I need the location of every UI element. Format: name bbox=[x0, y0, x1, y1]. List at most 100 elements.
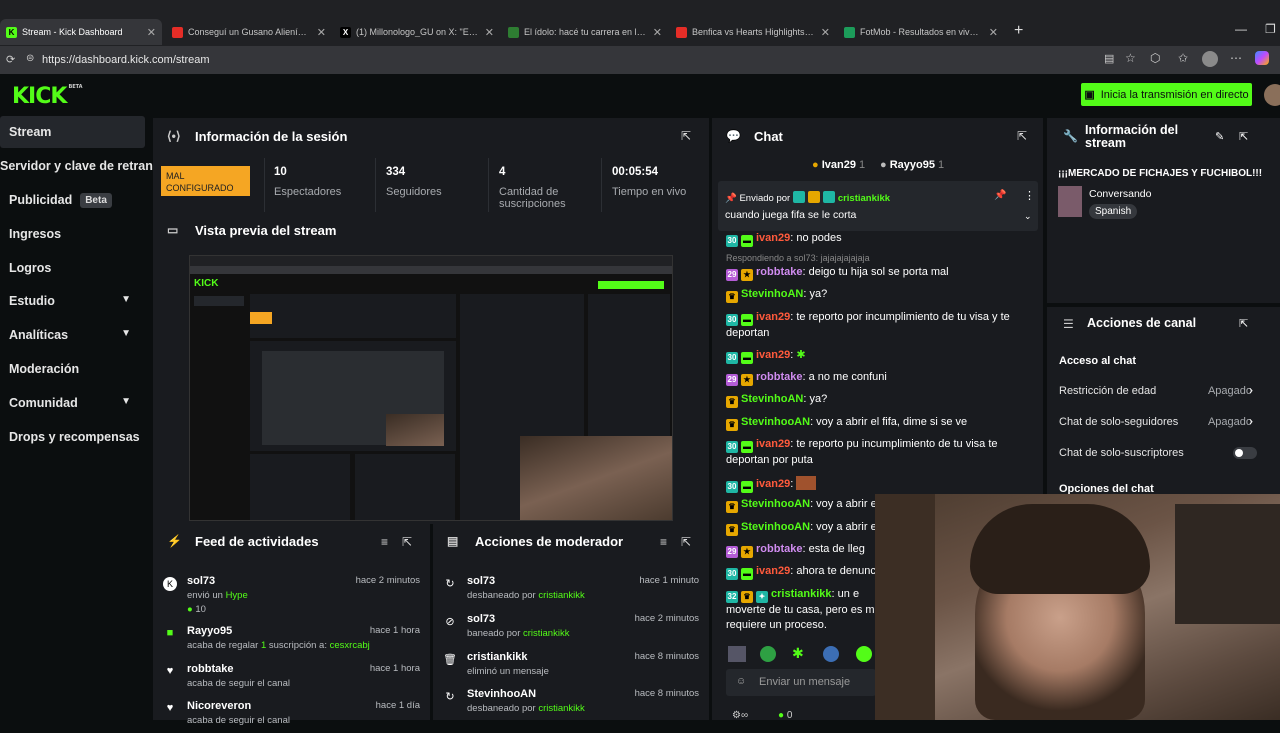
sidebar-item-analytics[interactable]: Analíticas ▼ bbox=[0, 319, 145, 351]
stat-viewers: 10 Espectadores bbox=[274, 166, 342, 198]
tab-title: Stream - Kick Dashboard bbox=[22, 27, 123, 37]
subscribers-only-label: Chat de solo-suscriptores bbox=[1059, 447, 1184, 459]
feed-user[interactable]: sol73 bbox=[187, 575, 215, 587]
menu-dots-icon[interactable]: ⋯ bbox=[1230, 51, 1242, 65]
emoji-icon[interactable]: ☺ bbox=[736, 676, 746, 687]
tab-close-icon[interactable]: ✕ bbox=[989, 26, 998, 39]
tab-kick-dashboard[interactable]: K Stream - Kick Dashboard ✕ bbox=[0, 19, 162, 45]
sidebar-item-ads[interactable]: Publicidad Beta bbox=[0, 184, 145, 216]
emote-icon[interactable] bbox=[856, 646, 872, 662]
subscribers-only-toggle[interactable] bbox=[1233, 447, 1257, 459]
sidebar-item-community[interactable]: Comunidad ▼ bbox=[0, 387, 145, 419]
tab-youtube-2[interactable]: Benfica vs Hearts Highlights 6-1 | ✕ bbox=[670, 19, 836, 45]
user-avatar[interactable] bbox=[1264, 84, 1280, 106]
popout-icon[interactable]: ⇱ bbox=[402, 535, 412, 549]
feed-user[interactable]: robbtake bbox=[187, 663, 233, 675]
mod-user[interactable]: StevinhooAN bbox=[467, 688, 536, 700]
sidebar-item-income[interactable]: Ingresos bbox=[0, 218, 145, 250]
tab-x[interactable]: X (1) Millonologo_GU on X: "El amo ✕ bbox=[334, 19, 500, 45]
mod-header: ▤ Acciones de moderador bbox=[433, 524, 709, 558]
stream-preview-video[interactable]: KICK bbox=[189, 255, 673, 521]
extensions-icon[interactable]: ⬡ bbox=[1150, 51, 1160, 65]
age-restriction-value[interactable]: Apagado bbox=[1208, 385, 1252, 397]
top-gifter-1[interactable]: ● Ivan29 1 bbox=[812, 159, 865, 171]
chevron-down-icon[interactable]: ⌄ bbox=[1024, 211, 1032, 222]
go-live-button[interactable]: ▣ Inicia la transmisión en directo bbox=[1081, 83, 1252, 106]
tab-close-icon[interactable]: ✕ bbox=[653, 26, 662, 39]
tab-close-icon[interactable]: ✕ bbox=[821, 26, 830, 39]
mod-user[interactable]: cristiankikk bbox=[467, 651, 528, 663]
tab-close-icon[interactable]: ✕ bbox=[147, 26, 156, 39]
feed-user[interactable]: Rayyo95 bbox=[187, 625, 232, 637]
chevron-right-icon[interactable]: › bbox=[1249, 383, 1253, 397]
sidebar-item-moderation[interactable]: Moderación bbox=[0, 353, 145, 385]
emote-icon[interactable] bbox=[728, 646, 746, 662]
more-icon[interactable]: ⋮ bbox=[1024, 189, 1035, 202]
tab-title: FotMob - Resultados en vivo de fú bbox=[860, 27, 983, 37]
hype-count: ● 10 bbox=[187, 604, 206, 615]
sidebar-item-stream[interactable]: Stream bbox=[0, 116, 145, 148]
new-tab-button[interactable]: + bbox=[1014, 22, 1023, 40]
chat-message: ♛ StevinhoAN: ya? bbox=[726, 393, 827, 408]
chat-input[interactable]: ☺ Enviar un mensaje bbox=[726, 669, 876, 696]
pinned-message[interactable]: 📌 Enviado por cristiankikk cuando juega … bbox=[718, 181, 1038, 231]
mod-user[interactable]: sol73 bbox=[467, 575, 495, 587]
sidebar-item-studio[interactable]: Estudio ▼ bbox=[0, 285, 145, 317]
stream-category[interactable]: Conversando bbox=[1089, 188, 1151, 200]
emote-icon[interactable] bbox=[760, 646, 776, 662]
undo-icon: ↻ bbox=[445, 691, 455, 703]
popout-icon[interactable]: ⇱ bbox=[1239, 130, 1248, 143]
settings-icon[interactable]: ⚙∞ bbox=[732, 710, 748, 721]
tab-youtube-1[interactable]: Conseguí un Gusano Alienígena de ✕ bbox=[166, 19, 332, 45]
copilot-icon[interactable] bbox=[1255, 51, 1269, 65]
tab-fotmob[interactable]: FotMob - Resultados en vivo de fú ✕ bbox=[838, 19, 1004, 45]
stream-info-title: Información del stream bbox=[1085, 123, 1179, 150]
kick-logo[interactable]: KICK BETA bbox=[12, 84, 83, 109]
site-info-icon[interactable]: ⊜ bbox=[26, 53, 34, 64]
profile-avatar[interactable] bbox=[1202, 51, 1218, 67]
url-input[interactable]: https://dashboard.kick.com/stream bbox=[42, 54, 210, 66]
bolt-icon: ⚡ bbox=[167, 534, 182, 548]
sidebar-item-drops[interactable]: Drops y recompensas bbox=[0, 421, 145, 453]
chevron-right-icon[interactable]: › bbox=[1249, 414, 1253, 428]
tab-el-idolo[interactable]: El ídolo: hacé tu carrera en la Liga ✕ bbox=[502, 19, 668, 45]
filter-icon[interactable]: ≡ bbox=[660, 535, 667, 549]
tab-title: Benfica vs Hearts Highlights 6-1 | bbox=[692, 27, 815, 37]
list-item: ♥ robbtake hace 1 hora acaba de seguir e… bbox=[153, 656, 430, 696]
sidebar-item-server-key[interactable]: Servidor y clave de retransm bbox=[0, 150, 171, 182]
feed-time: hace 1 hora bbox=[369, 663, 420, 674]
popout-icon[interactable]: ⇱ bbox=[1017, 129, 1027, 143]
filter-icon[interactable]: ≡ bbox=[381, 535, 388, 549]
emote-icon[interactable]: ✱ bbox=[792, 645, 804, 662]
bookmark-star-icon[interactable]: ☆ bbox=[1125, 51, 1136, 65]
popout-icon[interactable]: ⇱ bbox=[681, 129, 691, 143]
reload-icon[interactable]: ⟳ bbox=[6, 53, 15, 66]
badge-icon bbox=[822, 191, 835, 203]
restore-icon[interactable]: ❐ bbox=[1265, 22, 1276, 36]
popout-icon[interactable]: ⇱ bbox=[1239, 317, 1248, 330]
top-gifter-2[interactable]: ● Rayyo95 1 bbox=[880, 159, 944, 171]
undo-icon: ↻ bbox=[445, 578, 455, 590]
pin-icon[interactable]: 📌 bbox=[994, 190, 1006, 201]
list-item: ♥ Nicoreveron hace 1 día acaba de seguir… bbox=[153, 693, 430, 733]
hype-badge-icon: ● bbox=[187, 604, 193, 615]
mod-user[interactable]: sol73 bbox=[467, 613, 495, 625]
minimize-icon[interactable]: — bbox=[1235, 22, 1247, 36]
popout-icon[interactable]: ⇱ bbox=[681, 535, 691, 549]
tab-close-icon[interactable]: ✕ bbox=[317, 26, 326, 39]
wrench-icon: 🔧 bbox=[1063, 129, 1078, 143]
followers-only-value[interactable]: Apagado bbox=[1208, 416, 1252, 428]
preview-mod bbox=[355, 454, 455, 520]
favorites-icon[interactable]: ✩ bbox=[1178, 51, 1188, 65]
edit-icon[interactable]: ✎ bbox=[1215, 130, 1224, 143]
feed-user[interactable]: Nicoreveron bbox=[187, 700, 251, 712]
emote-icon[interactable] bbox=[823, 646, 839, 662]
feed-detail: acaba de regalar 1 suscripción a: cesxrc… bbox=[187, 640, 370, 651]
sidebar-item-achievements[interactable]: Logros bbox=[0, 252, 145, 284]
divider bbox=[375, 158, 376, 212]
reader-mode-icon[interactable]: ▤ bbox=[1104, 52, 1114, 65]
pinned-text: cuando juega fifa se le corta bbox=[725, 209, 857, 221]
tab-close-icon[interactable]: ✕ bbox=[485, 26, 494, 39]
chat-message: 29 ★ robbtake: a no me confuni bbox=[726, 371, 887, 386]
preview-session bbox=[250, 294, 456, 338]
